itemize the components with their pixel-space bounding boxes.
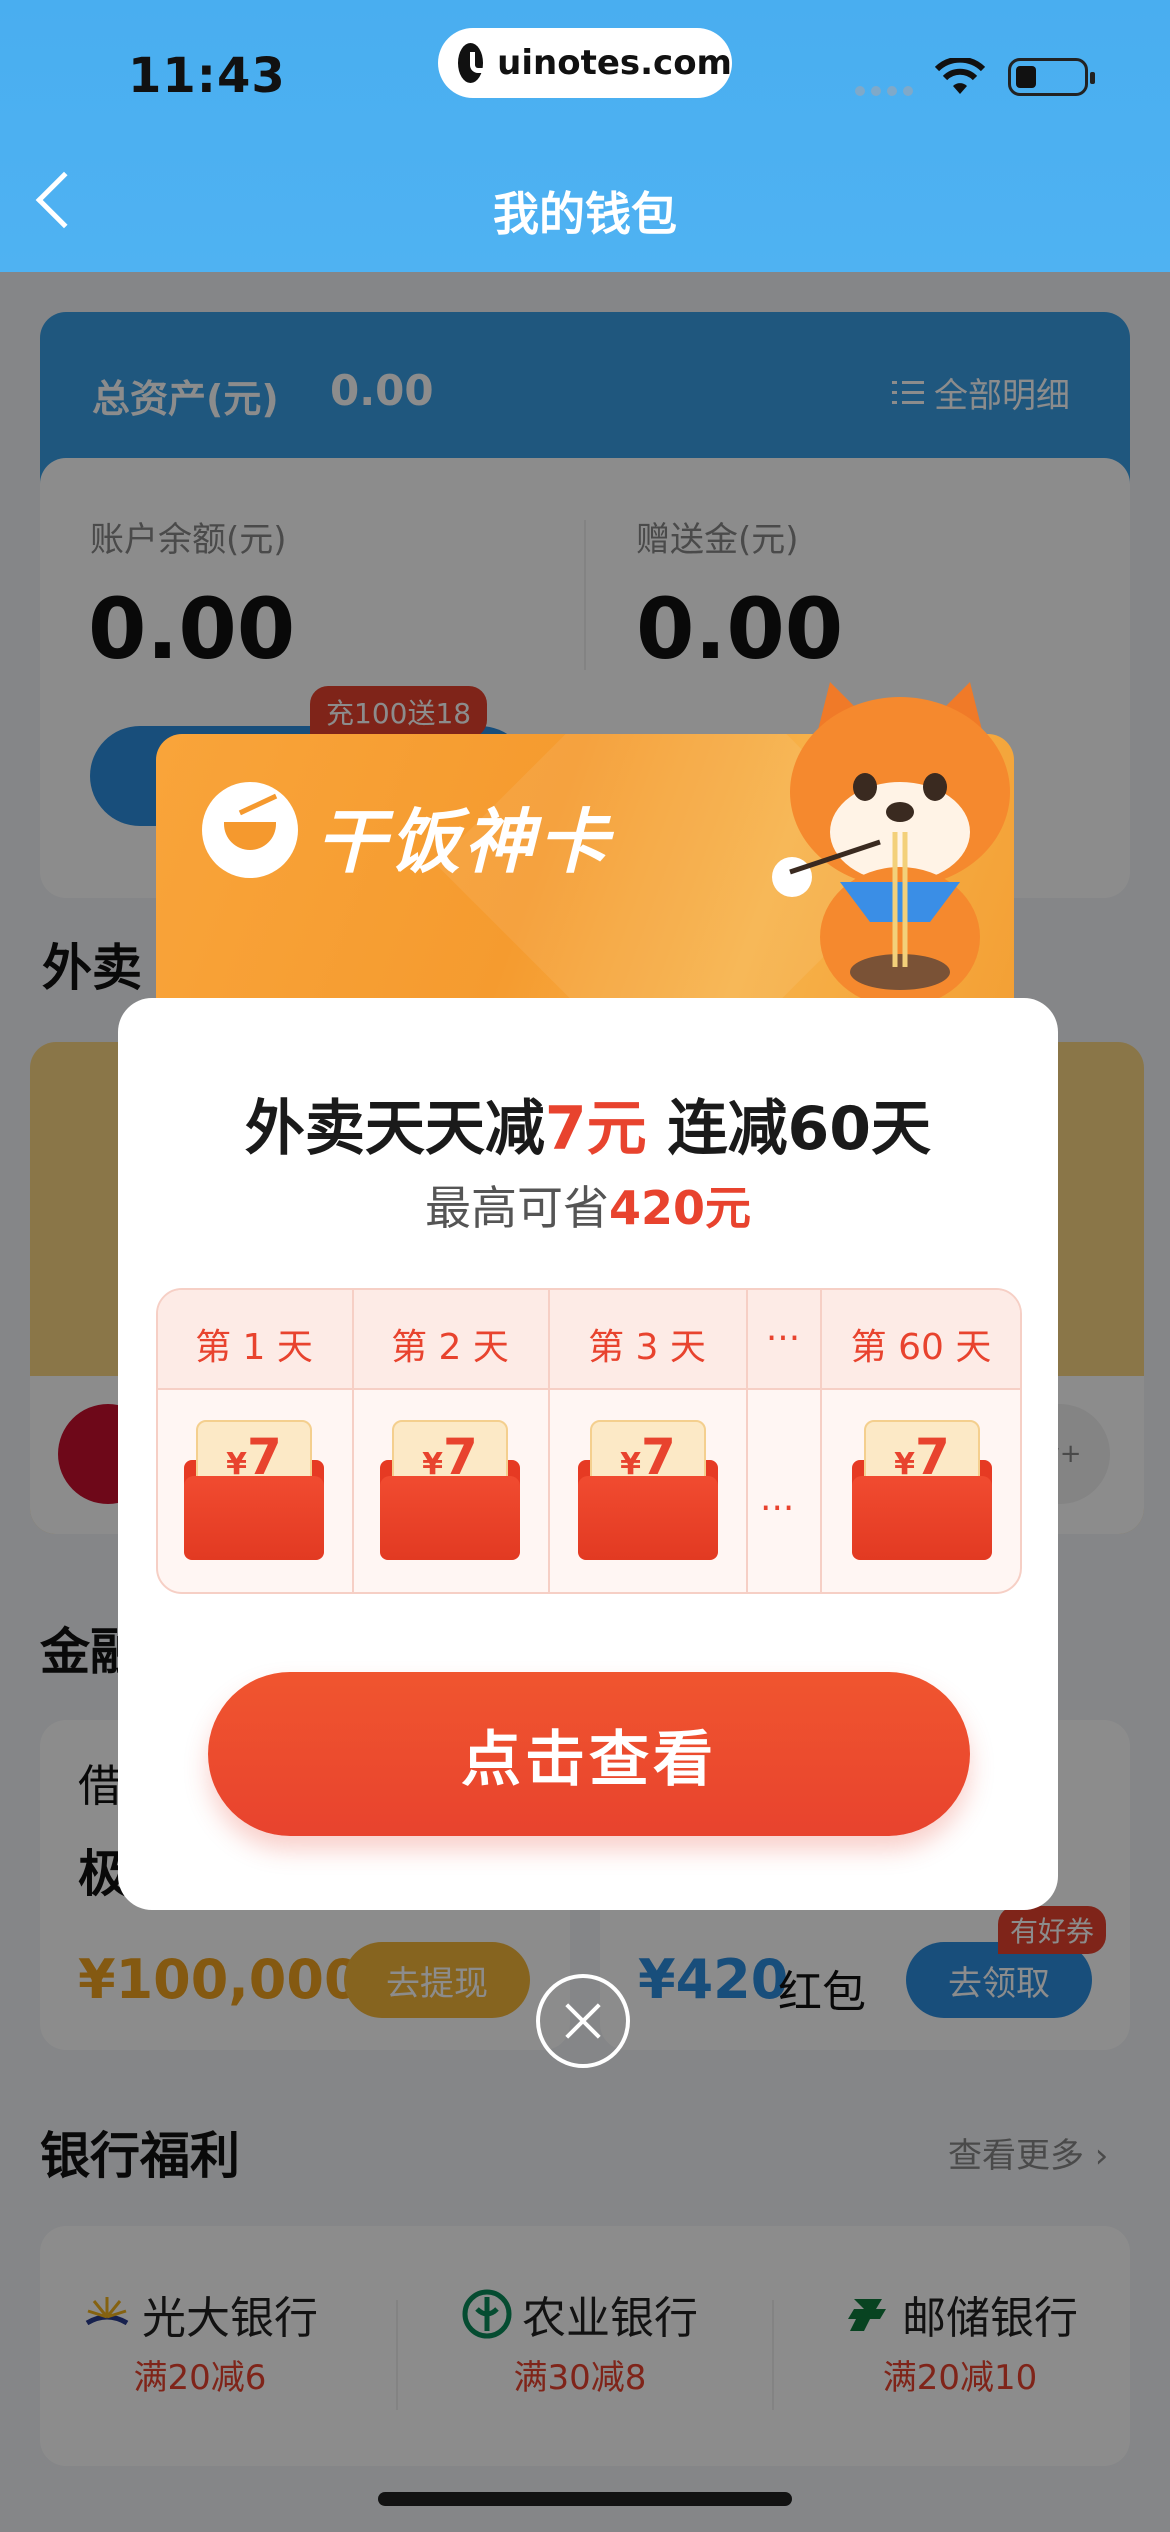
status-time: 11:43 [128, 48, 286, 104]
red-envelope-icon: ¥7 [578, 1420, 718, 1560]
page-title: 我的钱包 [493, 187, 677, 241]
headline-suffix: 连减60天 [646, 1094, 932, 1164]
modal-subline: 最高可省420元 [118, 1172, 1058, 1238]
headline-discount: 7元 [544, 1094, 647, 1164]
red-envelope-icon: ¥7 [380, 1420, 520, 1560]
view-now-button[interactable]: 点击查看 [208, 1672, 970, 1836]
uinotes-logo-icon [458, 43, 495, 83]
wifi-icon [935, 58, 985, 94]
envelope-ellipsis: ··· [760, 1488, 795, 1529]
url-pill[interactable]: uinotes.com [438, 28, 732, 98]
day-label: 第 2 天 [391, 1327, 509, 1368]
red-envelope-icon: ¥7 [852, 1420, 992, 1560]
close-icon[interactable] [536, 1974, 630, 2068]
subline-amount: 420元 [608, 1181, 752, 1235]
day-label: 第 60 天 [850, 1327, 992, 1368]
headline-prefix: 外卖天天减 [244, 1094, 545, 1164]
battery-icon [1008, 58, 1095, 96]
url-text: uinotes.com [497, 43, 732, 83]
day-label: 第 1 天 [195, 1327, 313, 1368]
brand-name: 干饭神卡 [316, 801, 612, 883]
shiba-mascot-icon [772, 682, 1010, 1002]
cellular-signal-icon [855, 86, 913, 96]
status-bar: 11:43 uinotes.com [0, 0, 1170, 150]
rice-bowl-icon [202, 782, 298, 878]
day-label: 第 3 天 [588, 1327, 706, 1368]
day-ellipsis: ··· [765, 1318, 801, 1359]
red-envelope-icon: ¥7 [184, 1420, 324, 1560]
subline-prefix: 最高可省 [424, 1181, 609, 1235]
modal-headline: 外卖天天减7元 连减60天 [118, 1080, 1058, 1167]
